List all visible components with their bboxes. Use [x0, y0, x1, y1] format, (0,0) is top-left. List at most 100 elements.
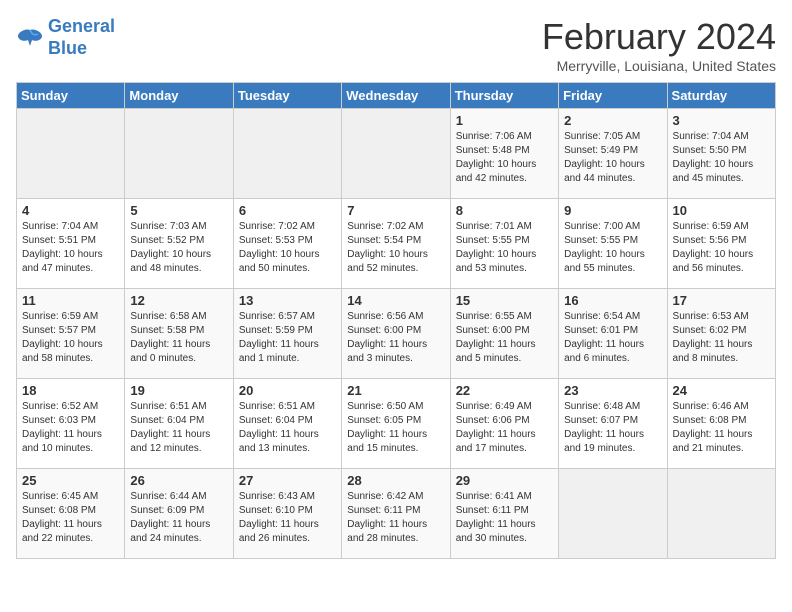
calendar-cell: 24 Sunrise: 6:46 AM Sunset: 6:08 PM Dayli… [667, 379, 775, 469]
header-monday: Monday [125, 83, 233, 109]
day-info: Sunrise: 7:03 AM Sunset: 5:52 PM Dayligh… [130, 220, 227, 276]
header-sunday: Sunday [17, 83, 125, 109]
day-info: Sunrise: 6:53 AM Sunset: 6:02 PM Dayligh… [673, 310, 770, 366]
calendar-title: February 2024 [542, 16, 776, 58]
day-info: Sunrise: 7:00 AM Sunset: 5:55 PM Dayligh… [564, 220, 661, 276]
calendar-cell: 10 Sunrise: 6:59 AM Sunset: 5:56 PM Dayli… [667, 199, 775, 289]
day-info: Sunrise: 6:56 AM Sunset: 6:00 PM Dayligh… [347, 310, 444, 366]
calendar-cell: 22 Sunrise: 6:49 AM Sunset: 6:06 PM Dayli… [450, 379, 558, 469]
calendar-cell: 19 Sunrise: 6:51 AM Sunset: 6:04 PM Dayli… [125, 379, 233, 469]
day-number: 4 [22, 203, 119, 218]
calendar-cell: 11 Sunrise: 6:59 AM Sunset: 5:57 PM Dayli… [17, 289, 125, 379]
day-info: Sunrise: 6:46 AM Sunset: 6:08 PM Dayligh… [673, 400, 770, 456]
day-info: Sunrise: 7:05 AM Sunset: 5:49 PM Dayligh… [564, 130, 661, 186]
day-number: 7 [347, 203, 444, 218]
day-number: 1 [456, 113, 553, 128]
calendar-cell: 12 Sunrise: 6:58 AM Sunset: 5:58 PM Dayli… [125, 289, 233, 379]
calendar-cell: 25 Sunrise: 6:45 AM Sunset: 6:08 PM Dayli… [17, 469, 125, 559]
calendar-cell: 17Sunrise: 6:53 AM Sunset: 6:02 PM Dayli… [667, 289, 775, 379]
calendar-cell: 16Sunrise: 6:54 AM Sunset: 6:01 PM Dayli… [559, 289, 667, 379]
day-info: Sunrise: 7:06 AM Sunset: 5:48 PM Dayligh… [456, 130, 553, 186]
day-info: Sunrise: 6:52 AM Sunset: 6:03 PM Dayligh… [22, 400, 119, 456]
day-number: 20 [239, 383, 336, 398]
day-info: Sunrise: 6:51 AM Sunset: 6:04 PM Dayligh… [130, 400, 227, 456]
calendar-table: SundayMondayTuesdayWednesdayThursdayFrid… [16, 82, 776, 559]
title-block: February 2024 Merryville, Louisiana, Uni… [542, 16, 776, 74]
header-saturday: Saturday [667, 83, 775, 109]
calendar-cell: 28Sunrise: 6:42 AM Sunset: 6:11 PM Dayli… [342, 469, 450, 559]
header-tuesday: Tuesday [233, 83, 341, 109]
day-info: Sunrise: 6:49 AM Sunset: 6:06 PM Dayligh… [456, 400, 553, 456]
calendar-cell: 27Sunrise: 6:43 AM Sunset: 6:10 PM Dayli… [233, 469, 341, 559]
calendar-cell: 15 Sunrise: 6:55 AM Sunset: 6:00 PM Dayli… [450, 289, 558, 379]
day-info: Sunrise: 7:02 AM Sunset: 5:53 PM Dayligh… [239, 220, 336, 276]
day-number: 21 [347, 383, 444, 398]
header-friday: Friday [559, 83, 667, 109]
calendar-cell: 9 Sunrise: 7:00 AM Sunset: 5:55 PM Daylig… [559, 199, 667, 289]
calendar-cell: 1 Sunrise: 7:06 AM Sunset: 5:48 PM Daylig… [450, 109, 558, 199]
day-number: 13 [239, 293, 336, 308]
day-number: 12 [130, 293, 227, 308]
day-info: Sunrise: 6:41 AM Sunset: 6:11 PM Dayligh… [456, 490, 553, 546]
calendar-cell: 23Sunrise: 6:48 AM Sunset: 6:07 PM Dayli… [559, 379, 667, 469]
day-info: Sunrise: 6:55 AM Sunset: 6:00 PM Dayligh… [456, 310, 553, 366]
calendar-cell [233, 109, 341, 199]
calendar-cell: 2 Sunrise: 7:05 AM Sunset: 5:49 PM Daylig… [559, 109, 667, 199]
day-number: 9 [564, 203, 661, 218]
day-info: Sunrise: 7:04 AM Sunset: 5:50 PM Dayligh… [673, 130, 770, 186]
day-number: 5 [130, 203, 227, 218]
page-header: General Blue February 2024 Merryville, L… [16, 16, 776, 74]
day-number: 25 [22, 473, 119, 488]
day-info: Sunrise: 6:59 AM Sunset: 5:56 PM Dayligh… [673, 220, 770, 276]
day-number: 19 [130, 383, 227, 398]
calendar-cell: 7Sunrise: 7:02 AM Sunset: 5:54 PM Daylig… [342, 199, 450, 289]
calendar-cell [125, 109, 233, 199]
calendar-cell: 3 Sunrise: 7:04 AM Sunset: 5:50 PM Daylig… [667, 109, 775, 199]
day-number: 15 [456, 293, 553, 308]
day-number: 6 [239, 203, 336, 218]
calendar-week-row: 4 Sunrise: 7:04 AM Sunset: 5:51 PM Daylig… [17, 199, 776, 289]
calendar-cell: 26Sunrise: 6:44 AM Sunset: 6:09 PM Dayli… [125, 469, 233, 559]
calendar-cell: 8Sunrise: 7:01 AM Sunset: 5:55 PM Daylig… [450, 199, 558, 289]
day-info: Sunrise: 6:42 AM Sunset: 6:11 PM Dayligh… [347, 490, 444, 546]
calendar-cell: 14 Sunrise: 6:56 AM Sunset: 6:00 PM Dayli… [342, 289, 450, 379]
day-info: Sunrise: 7:01 AM Sunset: 5:55 PM Dayligh… [456, 220, 553, 276]
day-info: Sunrise: 6:58 AM Sunset: 5:58 PM Dayligh… [130, 310, 227, 366]
day-number: 16 [564, 293, 661, 308]
calendar-cell: 4 Sunrise: 7:04 AM Sunset: 5:51 PM Daylig… [17, 199, 125, 289]
calendar-week-row: 1 Sunrise: 7:06 AM Sunset: 5:48 PM Daylig… [17, 109, 776, 199]
calendar-cell [667, 469, 775, 559]
calendar-cell: 5 Sunrise: 7:03 AM Sunset: 5:52 PM Daylig… [125, 199, 233, 289]
calendar-cell: 21 Sunrise: 6:50 AM Sunset: 6:05 PM Dayli… [342, 379, 450, 469]
day-number: 10 [673, 203, 770, 218]
header-wednesday: Wednesday [342, 83, 450, 109]
calendar-cell [342, 109, 450, 199]
logo-name: General Blue [48, 16, 115, 59]
day-number: 3 [673, 113, 770, 128]
day-number: 24 [673, 383, 770, 398]
day-number: 2 [564, 113, 661, 128]
calendar-week-row: 25 Sunrise: 6:45 AM Sunset: 6:08 PM Dayli… [17, 469, 776, 559]
day-info: Sunrise: 6:45 AM Sunset: 6:08 PM Dayligh… [22, 490, 119, 546]
day-info: Sunrise: 6:50 AM Sunset: 6:05 PM Dayligh… [347, 400, 444, 456]
day-number: 14 [347, 293, 444, 308]
day-number: 22 [456, 383, 553, 398]
day-info: Sunrise: 6:44 AM Sunset: 6:09 PM Dayligh… [130, 490, 227, 546]
calendar-cell: 13 Sunrise: 6:57 AM Sunset: 5:59 PM Dayli… [233, 289, 341, 379]
calendar-cell: 20 Sunrise: 6:51 AM Sunset: 6:04 PM Dayli… [233, 379, 341, 469]
day-number: 27 [239, 473, 336, 488]
logo: General Blue [16, 16, 115, 59]
header-thursday: Thursday [450, 83, 558, 109]
day-info: Sunrise: 6:59 AM Sunset: 5:57 PM Dayligh… [22, 310, 119, 366]
day-info: Sunrise: 7:04 AM Sunset: 5:51 PM Dayligh… [22, 220, 119, 276]
calendar-cell: 29 Sunrise: 6:41 AM Sunset: 6:11 PM Dayli… [450, 469, 558, 559]
calendar-week-row: 18Sunrise: 6:52 AM Sunset: 6:03 PM Dayli… [17, 379, 776, 469]
day-info: Sunrise: 6:57 AM Sunset: 5:59 PM Dayligh… [239, 310, 336, 366]
day-number: 11 [22, 293, 119, 308]
calendar-header-row: SundayMondayTuesdayWednesdayThursdayFrid… [17, 83, 776, 109]
logo-icon [16, 26, 44, 50]
day-info: Sunrise: 6:51 AM Sunset: 6:04 PM Dayligh… [239, 400, 336, 456]
calendar-subtitle: Merryville, Louisiana, United States [542, 58, 776, 74]
day-number: 23 [564, 383, 661, 398]
day-number: 29 [456, 473, 553, 488]
